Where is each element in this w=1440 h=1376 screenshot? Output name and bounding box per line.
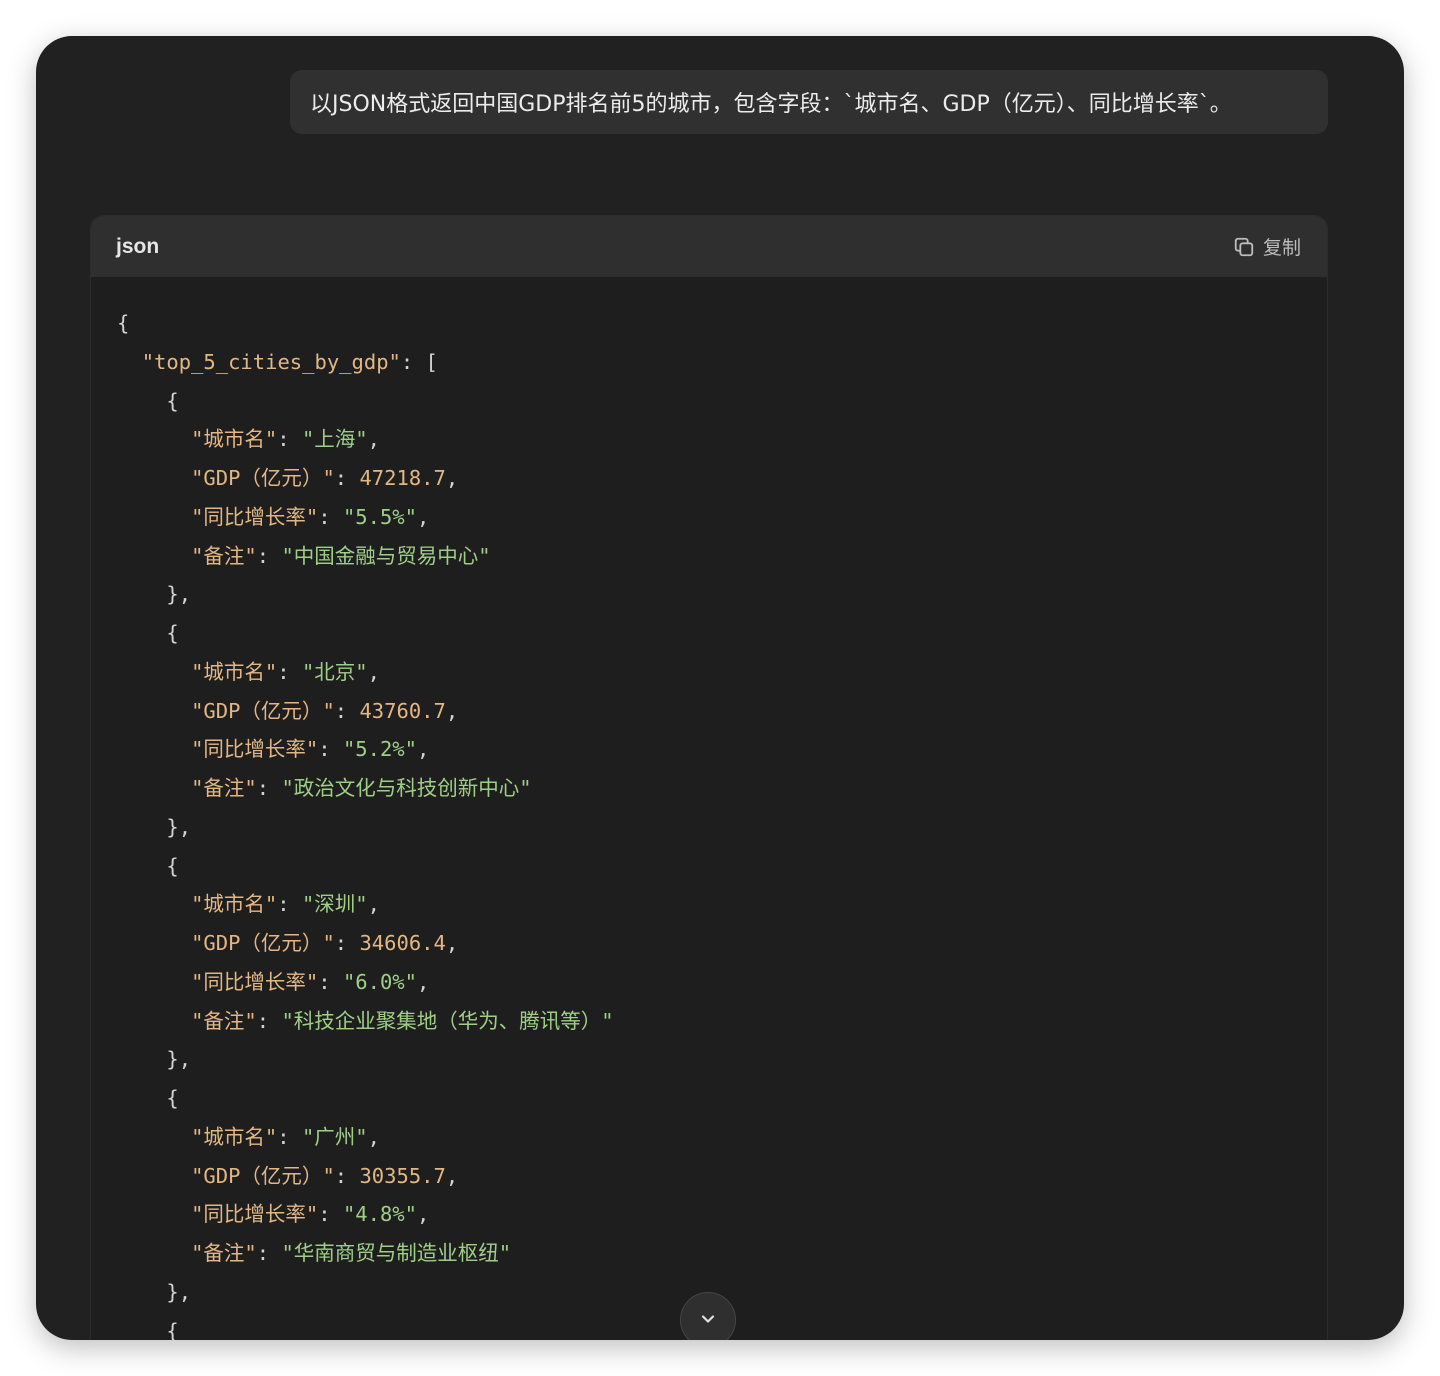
json-key-gdp: GDP（亿元）	[203, 931, 323, 955]
code-line: "城市名": "北京",	[191, 659, 380, 684]
code-line: },	[117, 1047, 192, 1072]
copy-button-label: 复制	[1262, 237, 1301, 259]
json-value-growth: 6.0%	[355, 969, 405, 994]
code-line: "备注": "科技企业聚集地（华为、腾讯等）"	[191, 1008, 614, 1033]
root-key: top_5_cities_by_gdp	[154, 349, 389, 374]
code-line: {	[117, 388, 179, 413]
code-line: "同比增长率": "6.0%",	[191, 969, 430, 994]
json-key-note: 备注	[203, 1241, 245, 1265]
copy-icon	[1234, 237, 1254, 256]
code-block: json 复制 { "top_5_cities_by_gdp": [ { "城市…	[90, 215, 1328, 1340]
code-line: "同比增长率": "5.5%",	[191, 504, 430, 529]
code-line: {	[117, 621, 179, 645]
code-line: {	[117, 853, 179, 878]
code-line: "GDP（亿元）": 30355.7,	[191, 1163, 459, 1188]
json-key-note: 备注	[203, 543, 245, 568]
code-line: "同比增长率": "4.8%",	[191, 1202, 430, 1227]
code-line: {	[117, 1086, 179, 1110]
json-value-city: 北京	[314, 659, 356, 684]
json-value-note: 中国金融与贸易中心	[293, 543, 479, 568]
json-key-note: 备注	[203, 776, 245, 800]
json-key-city: 城市名	[203, 1124, 265, 1149]
json-value-city: 广州	[314, 1124, 356, 1149]
json-value-note: 华南商贸与制造业枢纽	[293, 1241, 499, 1265]
json-key-city: 城市名	[203, 427, 265, 452]
json-value-gdp: 34606.4	[359, 931, 446, 955]
json-key-growth: 同比增长率	[203, 737, 306, 762]
code-line: "城市名": "上海",	[191, 427, 380, 452]
code-block-header: json 复制	[91, 216, 1327, 277]
json-value-growth: 5.5%	[355, 504, 405, 529]
code-line: "GDP（亿元）": 47218.7,	[191, 466, 459, 490]
json-key-growth: 同比增长率	[203, 504, 306, 529]
json-value-gdp: 47218.7	[359, 466, 446, 490]
code-line: "GDP（亿元）": 43760.7,	[191, 698, 459, 723]
json-key-gdp: GDP（亿元）	[203, 698, 323, 723]
code-line: "备注": "政治文化与科技创新中心"	[191, 776, 532, 800]
json-value-growth: 4.8%	[355, 1202, 405, 1227]
json-key-growth: 同比增长率	[203, 969, 306, 994]
json-value-note: 政治文化与科技创新中心	[293, 776, 520, 800]
code-line: "GDP（亿元）": 34606.4,	[191, 931, 459, 955]
json-key-city: 城市名	[203, 659, 265, 684]
json-key-city: 城市名	[203, 892, 265, 917]
json-key-note: 备注	[203, 1008, 245, 1033]
json-value-city: 深圳	[314, 892, 356, 917]
code-content: { "top_5_cities_by_gdp": [ { "城市名": "上海"…	[91, 277, 1327, 1340]
json-key-gdp: GDP（亿元）	[203, 1163, 323, 1188]
code-line: "备注": "中国金融与贸易中心"	[191, 543, 491, 568]
json-value-city: 上海	[314, 427, 356, 452]
json-key-growth: 同比增长率	[203, 1202, 306, 1227]
code-line: "同比增长率": "5.2%",	[191, 737, 430, 762]
json-key-gdp: GDP（亿元）	[203, 466, 323, 490]
json-value-gdp: 43760.7	[359, 698, 446, 723]
code-line: {	[117, 311, 130, 335]
json-value-gdp: 30355.7	[359, 1163, 446, 1188]
chat-window: 以JSON格式返回中国GDP排名前5的城市，包含字段：`城市名、GDP（亿元）、…	[36, 36, 1404, 1340]
scroll-to-bottom-button[interactable]	[680, 1292, 736, 1340]
code-line: "城市名": "深圳",	[191, 892, 380, 917]
chevron-down-icon	[701, 1315, 715, 1323]
code-line: },	[117, 582, 192, 607]
copy-code-button[interactable]: 复制	[1233, 233, 1301, 260]
user-message-bubble: 以JSON格式返回中国GDP排名前5的城市，包含字段：`城市名、GDP（亿元）、…	[290, 70, 1328, 134]
json-value-growth: 5.2%	[355, 737, 405, 762]
code-line: "城市名": "广州",	[191, 1124, 380, 1149]
code-line: "top_5_cities_by_gdp": [	[141, 349, 438, 374]
code-line: },	[117, 814, 192, 839]
code-language-label: json	[116, 234, 160, 258]
json-value-note: 科技企业聚集地（华为、腾讯等）	[293, 1008, 602, 1033]
user-message-text: 以JSON格式返回中国GDP排名前5的城市，包含字段：`城市名、GDP（亿元）、…	[310, 92, 1232, 117]
code-line: "备注": "华南商贸与制造业枢纽"	[191, 1241, 512, 1265]
